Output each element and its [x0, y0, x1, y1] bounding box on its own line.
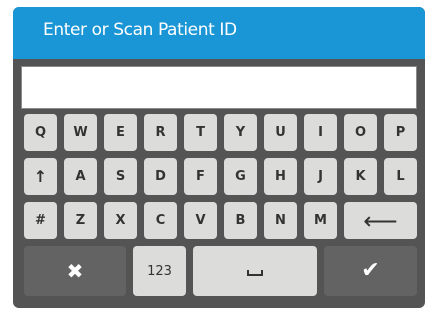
arrow-up-icon: ↑ — [33, 166, 48, 186]
cancel-button[interactable]: ✖ — [24, 246, 126, 296]
key-m[interactable]: M — [304, 202, 337, 239]
key-v[interactable]: V — [184, 202, 217, 239]
backspace-arrow-icon: ⟵ — [363, 206, 398, 235]
key-k[interactable]: K — [344, 158, 377, 195]
key-x[interactable]: X — [104, 202, 137, 239]
key-w[interactable]: W — [64, 114, 97, 151]
key-j[interactable]: J — [304, 158, 337, 195]
symbols-key[interactable]: # — [24, 202, 57, 239]
key-y[interactable]: Y — [224, 114, 257, 151]
key-c[interactable]: C — [144, 202, 177, 239]
key-o[interactable]: O — [344, 114, 377, 151]
key-u[interactable]: U — [264, 114, 297, 151]
key-h[interactable]: H — [264, 158, 297, 195]
on-screen-keyboard: Q W E R T Y U I O P ↑ A S D F G H J K L … — [13, 111, 425, 308]
key-d[interactable]: D — [144, 158, 177, 195]
key-p[interactable]: P — [384, 114, 417, 151]
dialog-title-bar: Enter or Scan Patient ID — [13, 7, 425, 59]
key-e[interactable]: E — [104, 114, 137, 151]
confirm-button[interactable]: ✔ — [324, 246, 417, 296]
checkmark-icon: ✔ — [361, 258, 380, 283]
close-icon: ✖ — [66, 259, 84, 283]
patient-id-dialog: Enter or Scan Patient ID Q W E R T Y U I… — [13, 7, 425, 308]
key-z[interactable]: Z — [64, 202, 97, 239]
dialog-title: Enter or Scan Patient ID — [43, 20, 237, 40]
key-l[interactable]: L — [384, 158, 417, 195]
key-n[interactable]: N — [264, 202, 297, 239]
patient-id-input[interactable] — [21, 66, 417, 109]
key-b[interactable]: B — [224, 202, 257, 239]
shift-key[interactable]: ↑ — [24, 158, 57, 195]
numbers-key[interactable]: 123 — [133, 246, 186, 296]
key-f[interactable]: F — [184, 158, 217, 195]
space-bar-icon — [247, 270, 263, 276]
key-r[interactable]: R — [144, 114, 177, 151]
backspace-key[interactable]: ⟵ — [344, 202, 417, 239]
key-a[interactable]: A — [64, 158, 97, 195]
space-key[interactable] — [193, 246, 317, 296]
key-t[interactable]: T — [184, 114, 217, 151]
key-i[interactable]: I — [304, 114, 337, 151]
key-g[interactable]: G — [224, 158, 257, 195]
key-q[interactable]: Q — [24, 114, 57, 151]
key-s[interactable]: S — [104, 158, 137, 195]
